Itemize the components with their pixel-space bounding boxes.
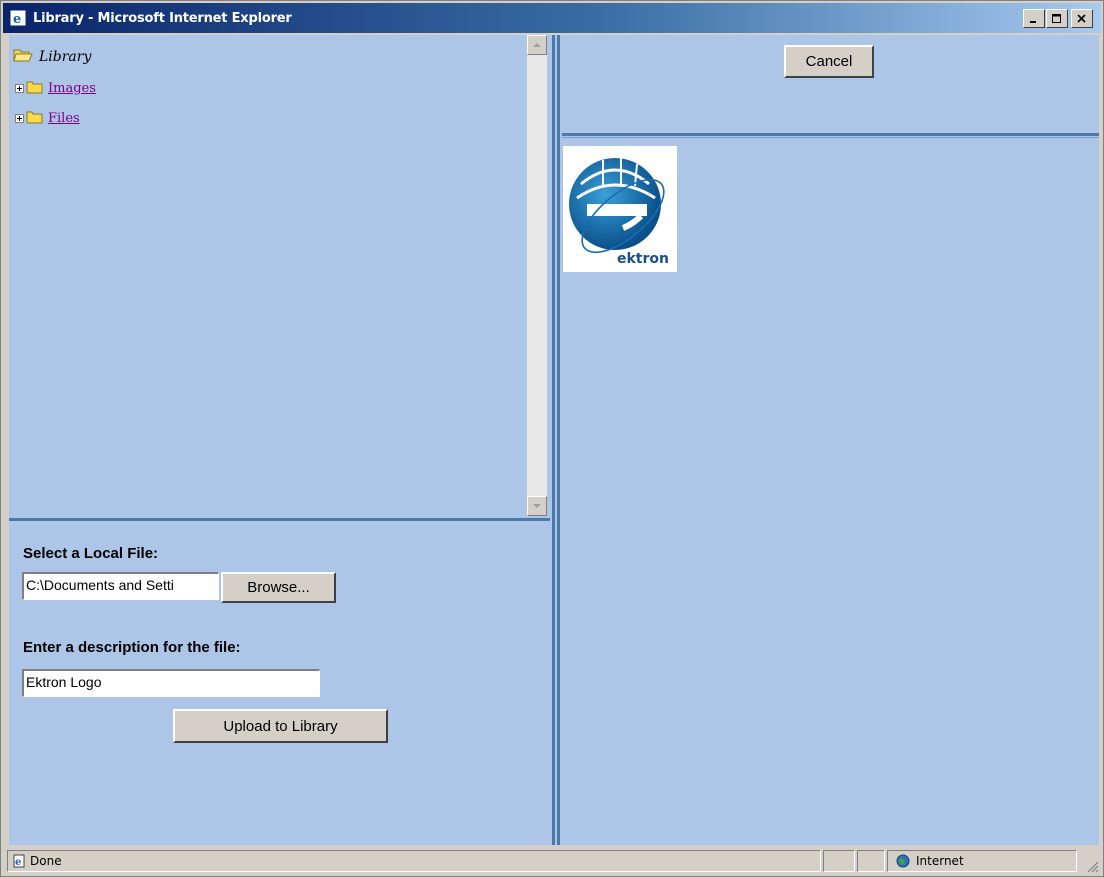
tree-item-images[interactable]: Images [15,79,96,98]
title-bar: e Library - Microsoft Internet Explorer [3,3,1101,33]
arrow-down-icon [533,504,541,508]
window-title: Library - Microsoft Internet Explorer [33,10,292,26]
description-label: Enter a description for the file: [23,639,241,656]
resize-grip-icon[interactable] [1085,859,1099,873]
scroll-down-button[interactable] [527,496,547,516]
local-file-input[interactable]: C:\Documents and Setti [22,572,219,600]
frame-divider-right[interactable] [562,131,1099,141]
frame-divider-left[interactable] [9,516,550,524]
upload-frame: Select a Local File: C:\Documents and Se… [9,524,550,845]
frame-divider-vertical[interactable] [550,35,562,845]
svg-text:e: e [13,12,21,27]
globe-icon [896,854,910,868]
expand-icon[interactable] [15,114,24,123]
upload-button[interactable]: Upload to Library [173,709,388,743]
tree-root-label: Library [39,49,92,65]
maximize-button[interactable] [1046,9,1068,28]
tree-item-label[interactable]: Images [48,81,96,96]
folder-icon [26,79,44,98]
window-controls [1022,9,1093,28]
close-icon [1077,13,1086,23]
minimize-icon [1030,20,1036,23]
cancel-button[interactable]: Cancel [784,45,874,78]
tree-frame: Library Images Files [9,35,550,516]
logo-wordmark: ektron [617,251,669,267]
status-bar: e Done Internet [3,847,1101,875]
status-cell-empty [857,850,885,872]
ektron-logo: ektron [563,146,677,272]
page-icon: e [12,854,26,868]
status-cell-empty [823,850,855,872]
scroll-up-button[interactable] [527,35,547,55]
description-input[interactable]: Ektron Logo [22,669,320,697]
maximize-icon [1052,13,1061,23]
expand-icon[interactable] [15,84,24,93]
ie-icon: e [9,9,27,27]
browse-button[interactable]: Browse... [221,572,336,603]
tree-item-files[interactable]: Files [15,109,80,128]
status-text: Done [30,854,62,868]
local-file-label: Select a Local File: [23,545,159,562]
browser-window: e Library - Microsoft Internet Explorer [0,0,1104,877]
tree-item-label[interactable]: Files [48,111,80,126]
frameset: Library Images Files Select a Local File… [9,35,1099,845]
security-zone-cell: Internet [887,850,1077,872]
tree-root[interactable]: Library [13,47,91,67]
minimize-button[interactable] [1023,9,1045,28]
close-button[interactable] [1071,9,1093,28]
folder-icon [26,109,44,128]
action-frame: Cancel [562,35,1099,131]
arrow-up-icon [533,43,541,47]
tree-scrollbar[interactable] [527,35,547,516]
zone-text: Internet [916,854,964,868]
status-text-cell: e Done [7,850,821,872]
open-folder-icon [13,47,33,67]
svg-text:e: e [15,857,21,868]
preview-frame: ektron [562,141,1099,845]
